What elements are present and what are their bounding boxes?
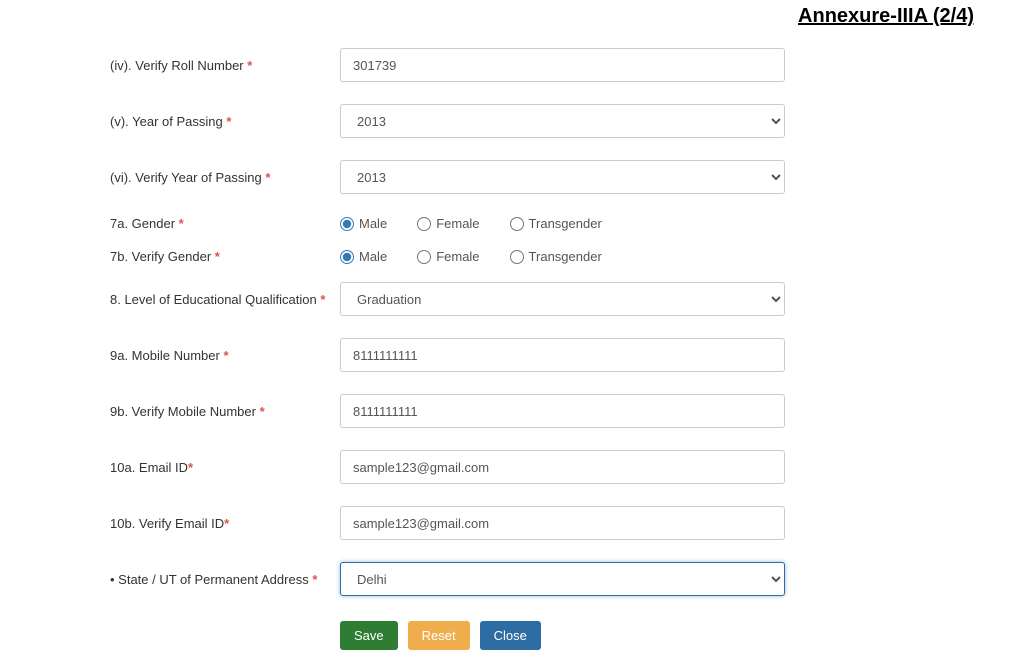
label-state: • State / UT of Permanent Address * [40, 572, 340, 587]
verify-gender-transgender-option[interactable]: Transgender [510, 249, 602, 264]
label-verify-mobile: 9b. Verify Mobile Number * [40, 404, 340, 419]
row-education: 8. Level of Educational Qualification * … [40, 282, 984, 316]
label-verify-roll-text: (iv). Verify Roll Number [110, 58, 244, 73]
mobile-input[interactable] [340, 338, 785, 372]
verify-gender-male-radio[interactable] [340, 250, 354, 264]
education-select[interactable]: Graduation [340, 282, 785, 316]
label-year-passing-text: (v). Year of Passing [110, 114, 223, 129]
label-verify-roll: (iv). Verify Roll Number * [40, 58, 340, 73]
label-verify-email: 10b. Verify Email ID* [40, 516, 340, 531]
required-marker: * [312, 572, 317, 587]
gender-female-label: Female [436, 216, 479, 231]
verify-year-passing-select[interactable]: 2013 [340, 160, 785, 194]
required-marker: * [179, 216, 184, 231]
gender-transgender-label: Transgender [529, 216, 602, 231]
row-email: 10a. Email ID* [40, 450, 984, 484]
verify-gender-male-label: Male [359, 249, 387, 264]
row-verify-mobile: 9b. Verify Mobile Number * [40, 394, 984, 428]
gender-female-option[interactable]: Female [417, 216, 479, 231]
verify-gender-female-option[interactable]: Female [417, 249, 479, 264]
verify-gender-radio-group: Male Female Transgender [340, 249, 785, 264]
label-mobile-text: 9a. Mobile Number [110, 348, 220, 363]
verify-mobile-input[interactable] [340, 394, 785, 428]
label-education: 8. Level of Educational Qualification * [40, 292, 340, 307]
save-button[interactable]: Save [340, 621, 398, 650]
gender-male-label: Male [359, 216, 387, 231]
verify-roll-input[interactable] [340, 48, 785, 82]
gender-transgender-radio[interactable] [510, 217, 524, 231]
row-gender: 7a. Gender * Male Female Transgender [40, 216, 984, 231]
label-verify-email-text: 10b. Verify Email ID [110, 516, 224, 531]
year-passing-select[interactable]: 2013 [340, 104, 785, 138]
gender-male-option[interactable]: Male [340, 216, 387, 231]
label-education-text: 8. Level of Educational Qualification [110, 292, 317, 307]
verify-gender-transgender-radio[interactable] [510, 250, 524, 264]
label-state-text: • State / UT of Permanent Address [110, 572, 309, 587]
row-mobile: 9a. Mobile Number * [40, 338, 984, 372]
close-button[interactable]: Close [480, 621, 541, 650]
row-state: • State / UT of Permanent Address * Delh… [40, 562, 984, 596]
gender-male-radio[interactable] [340, 217, 354, 231]
row-verify-gender: 7b. Verify Gender * Male Female Transgen… [40, 249, 984, 264]
required-marker: * [188, 460, 193, 475]
verify-email-input[interactable] [340, 506, 785, 540]
verify-gender-transgender-label: Transgender [529, 249, 602, 264]
label-verify-year-passing: (vi). Verify Year of Passing * [40, 170, 340, 185]
label-verify-gender-text: 7b. Verify Gender [110, 249, 211, 264]
gender-radio-group: Male Female Transgender [340, 216, 785, 231]
button-row: Save Reset Close [340, 621, 984, 650]
required-marker: * [320, 292, 325, 307]
label-gender: 7a. Gender * [40, 216, 340, 231]
verify-gender-female-radio[interactable] [417, 250, 431, 264]
state-select[interactable]: Delhi [340, 562, 785, 596]
label-year-passing: (v). Year of Passing * [40, 114, 340, 129]
required-marker: * [215, 249, 220, 264]
verify-gender-male-option[interactable]: Male [340, 249, 387, 264]
label-gender-text: 7a. Gender [110, 216, 175, 231]
row-year-passing: (v). Year of Passing * 2013 [40, 104, 984, 138]
row-verify-email: 10b. Verify Email ID* [40, 506, 984, 540]
label-verify-mobile-text: 9b. Verify Mobile Number [110, 404, 256, 419]
label-email-text: 10a. Email ID [110, 460, 188, 475]
required-marker: * [260, 404, 265, 419]
row-verify-roll: (iv). Verify Roll Number * [40, 48, 984, 82]
verify-gender-female-label: Female [436, 249, 479, 264]
label-mobile: 9a. Mobile Number * [40, 348, 340, 363]
email-input[interactable] [340, 450, 785, 484]
required-marker: * [224, 516, 229, 531]
required-marker: * [247, 58, 252, 73]
label-verify-year-passing-text: (vi). Verify Year of Passing [110, 170, 262, 185]
reset-button[interactable]: Reset [408, 621, 470, 650]
gender-transgender-option[interactable]: Transgender [510, 216, 602, 231]
page-title: Annexure-IIIA (2/4) [40, 0, 974, 48]
required-marker: * [265, 170, 270, 185]
gender-female-radio[interactable] [417, 217, 431, 231]
label-verify-gender: 7b. Verify Gender * [40, 249, 340, 264]
required-marker: * [226, 114, 231, 129]
label-email: 10a. Email ID* [40, 460, 340, 475]
required-marker: * [223, 348, 228, 363]
row-verify-year-passing: (vi). Verify Year of Passing * 2013 [40, 160, 984, 194]
